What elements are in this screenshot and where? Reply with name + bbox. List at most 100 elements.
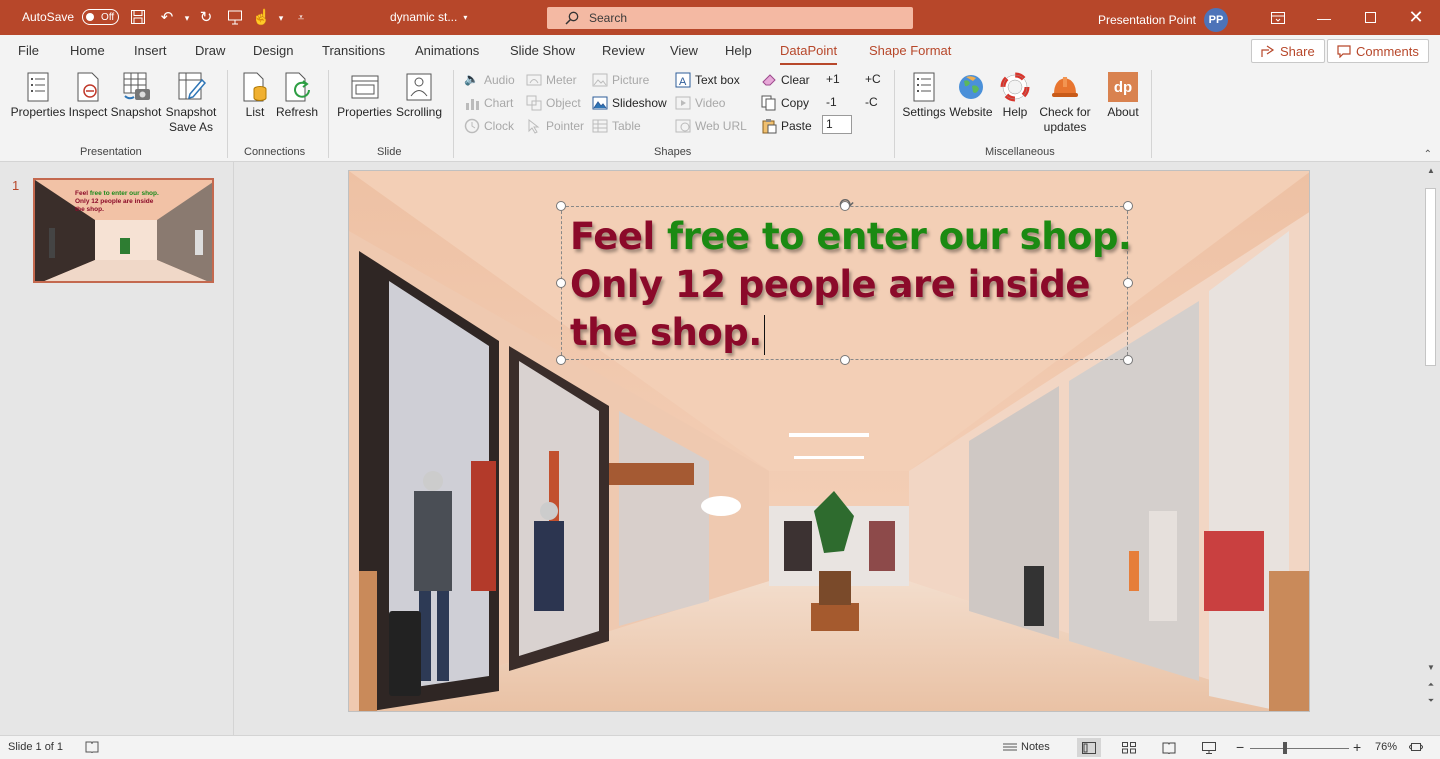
zoom-in-icon[interactable]: + [1353, 739, 1361, 755]
settings-button[interactable]: Settings [902, 65, 946, 120]
tab-shape-format[interactable]: Shape Format [869, 43, 951, 58]
minus-c-button[interactable]: -C [865, 95, 878, 109]
object-icon [526, 95, 542, 111]
chart-button[interactable]: Chart [464, 95, 513, 111]
normal-view-icon[interactable] [1077, 738, 1101, 757]
undo-dropdown-icon[interactable]: ▾ [178, 9, 196, 27]
slideshow-button[interactable]: Slideshow [592, 95, 667, 111]
clear-button[interactable]: Clear [761, 72, 810, 88]
audio-button[interactable]: 🔈 Audio [464, 72, 515, 88]
resize-handle[interactable] [1123, 278, 1133, 288]
copy-button[interactable]: Copy [761, 95, 809, 111]
collapse-ribbon-icon[interactable]: ⌃ [1424, 149, 1432, 160]
snapshot-button[interactable]: Snapshot [111, 65, 161, 120]
video-button[interactable]: Video [675, 95, 725, 111]
accessibility-icon[interactable] [85, 741, 99, 754]
refresh-button[interactable]: Refresh [276, 65, 318, 120]
counter-input[interactable]: 1 [822, 115, 852, 134]
slide-properties-button[interactable]: Properties [337, 65, 392, 120]
presentation-properties-button[interactable]: Properties [11, 65, 65, 120]
present-from-start-icon[interactable] [226, 9, 244, 27]
scroll-up-icon[interactable]: ▲ [1422, 166, 1440, 175]
web-url-button[interactable]: Web URL [675, 118, 747, 134]
minus-one-button[interactable]: -1 [826, 95, 837, 109]
slide-headline[interactable]: Feel free to enter our shop. Only 12 peo… [570, 213, 1132, 357]
undo-icon[interactable]: ↶ [158, 9, 176, 27]
tab-help[interactable]: Help [725, 43, 752, 58]
plus-c-button[interactable]: +C [865, 72, 881, 86]
check-updates-button[interactable]: Check for updates [1037, 65, 1093, 135]
next-slide-icon[interactable]: ⏷ [1422, 696, 1440, 706]
text-box-button[interactable]: A Text box [675, 72, 740, 88]
autosave-toggle[interactable]: Off [82, 9, 120, 25]
reading-view-icon[interactable] [1157, 738, 1181, 757]
notes-button[interactable]: Notes [1003, 741, 1050, 753]
tab-transitions[interactable]: Transitions [322, 43, 385, 58]
scrolling-button[interactable]: Scrolling [395, 65, 443, 120]
tab-animations[interactable]: Animations [415, 43, 479, 58]
text-caret [763, 314, 765, 355]
paste-button[interactable]: Paste [761, 118, 812, 134]
save-icon[interactable] [129, 9, 147, 27]
text-placeholder[interactable]: Feel free to enter our shop. Only 12 peo… [556, 195, 1133, 365]
tab-draw[interactable]: Draw [195, 43, 225, 58]
website-button[interactable]: Website [949, 65, 993, 120]
table-button[interactable]: Table [592, 118, 641, 134]
avatar[interactable]: PP [1204, 8, 1228, 32]
resize-handle[interactable] [556, 201, 566, 211]
resize-handle[interactable] [840, 355, 850, 365]
slide-sorter-icon[interactable] [1117, 738, 1141, 757]
tab-datapoint[interactable]: DataPoint [780, 43, 838, 66]
redo-icon[interactable]: ↻ [197, 9, 215, 27]
plus-one-button[interactable]: +1 [826, 72, 840, 86]
slide-show-view-icon[interactable] [1197, 738, 1221, 757]
object-button[interactable]: Object [526, 95, 581, 111]
document-title[interactable]: dynamic st... ▾ [390, 10, 467, 24]
ribbon-display-options-icon[interactable] [1255, 0, 1301, 35]
scroll-thumb[interactable] [1425, 188, 1436, 366]
meter-button[interactable]: Meter [526, 72, 577, 88]
previous-slide-icon[interactable]: ⏶ [1422, 680, 1440, 690]
resize-handle[interactable] [556, 355, 566, 365]
touch-mode-icon[interactable]: ☝ [252, 9, 271, 27]
customize-qat-icon[interactable]: ⩡ [292, 9, 310, 27]
resize-handle[interactable] [556, 278, 566, 288]
zoom-out-icon[interactable]: − [1236, 739, 1244, 755]
share-button[interactable]: Share [1251, 39, 1325, 63]
tab-design[interactable]: Design [253, 43, 293, 58]
zoom-slider-track[interactable] [1250, 748, 1349, 749]
slide-thumbnail[interactable]: Feel free to enter our shop. Only 12 peo… [33, 178, 214, 283]
scroll-down-icon[interactable]: ▼ [1422, 663, 1440, 672]
resize-handle[interactable] [1123, 201, 1133, 211]
tab-review[interactable]: Review [602, 43, 645, 58]
help-button[interactable]: Help [998, 65, 1032, 120]
maximize-icon[interactable] [1347, 0, 1393, 35]
slide-canvas[interactable]: Feel free to enter our shop. Only 12 peo… [348, 170, 1310, 712]
tab-slide-show[interactable]: Slide Show [510, 43, 575, 58]
search-box[interactable]: Search [547, 7, 913, 29]
resize-handle[interactable] [840, 201, 850, 211]
tab-insert[interactable]: Insert [134, 43, 167, 58]
zoom-level[interactable]: 76% [1375, 741, 1397, 753]
tab-file[interactable]: File [18, 43, 39, 58]
autosave-control[interactable]: AutoSave Off [22, 9, 120, 25]
pointer-button[interactable]: Pointer [526, 118, 584, 134]
fit-to-window-icon[interactable] [1409, 741, 1423, 753]
account-area[interactable]: Presentation Point PP [1098, 8, 1228, 32]
inspect-button[interactable]: Inspect [68, 65, 108, 120]
zoom-slider-knob[interactable] [1283, 742, 1287, 754]
clock-button[interactable]: Clock [464, 118, 514, 134]
comments-button[interactable]: Comments [1327, 39, 1429, 63]
about-button[interactable]: dp About [1104, 65, 1142, 120]
list-button[interactable]: List [240, 65, 270, 120]
picture-button[interactable]: Picture [592, 72, 649, 88]
close-icon[interactable]: ✕ [1393, 0, 1439, 35]
touch-dropdown-icon[interactable]: ▾ [272, 9, 290, 27]
tab-home[interactable]: Home [70, 43, 105, 58]
resize-handle[interactable] [1123, 355, 1133, 365]
minimize-icon[interactable]: — [1301, 0, 1347, 35]
vertical-scrollbar[interactable]: ▲ ▼ ⏶ ⏷ [1422, 162, 1440, 735]
snapshot-save-as-button[interactable]: Snapshot Save As [164, 65, 218, 135]
tab-view[interactable]: View [670, 43, 698, 58]
datapoint-logo-icon: dp [1108, 72, 1138, 102]
